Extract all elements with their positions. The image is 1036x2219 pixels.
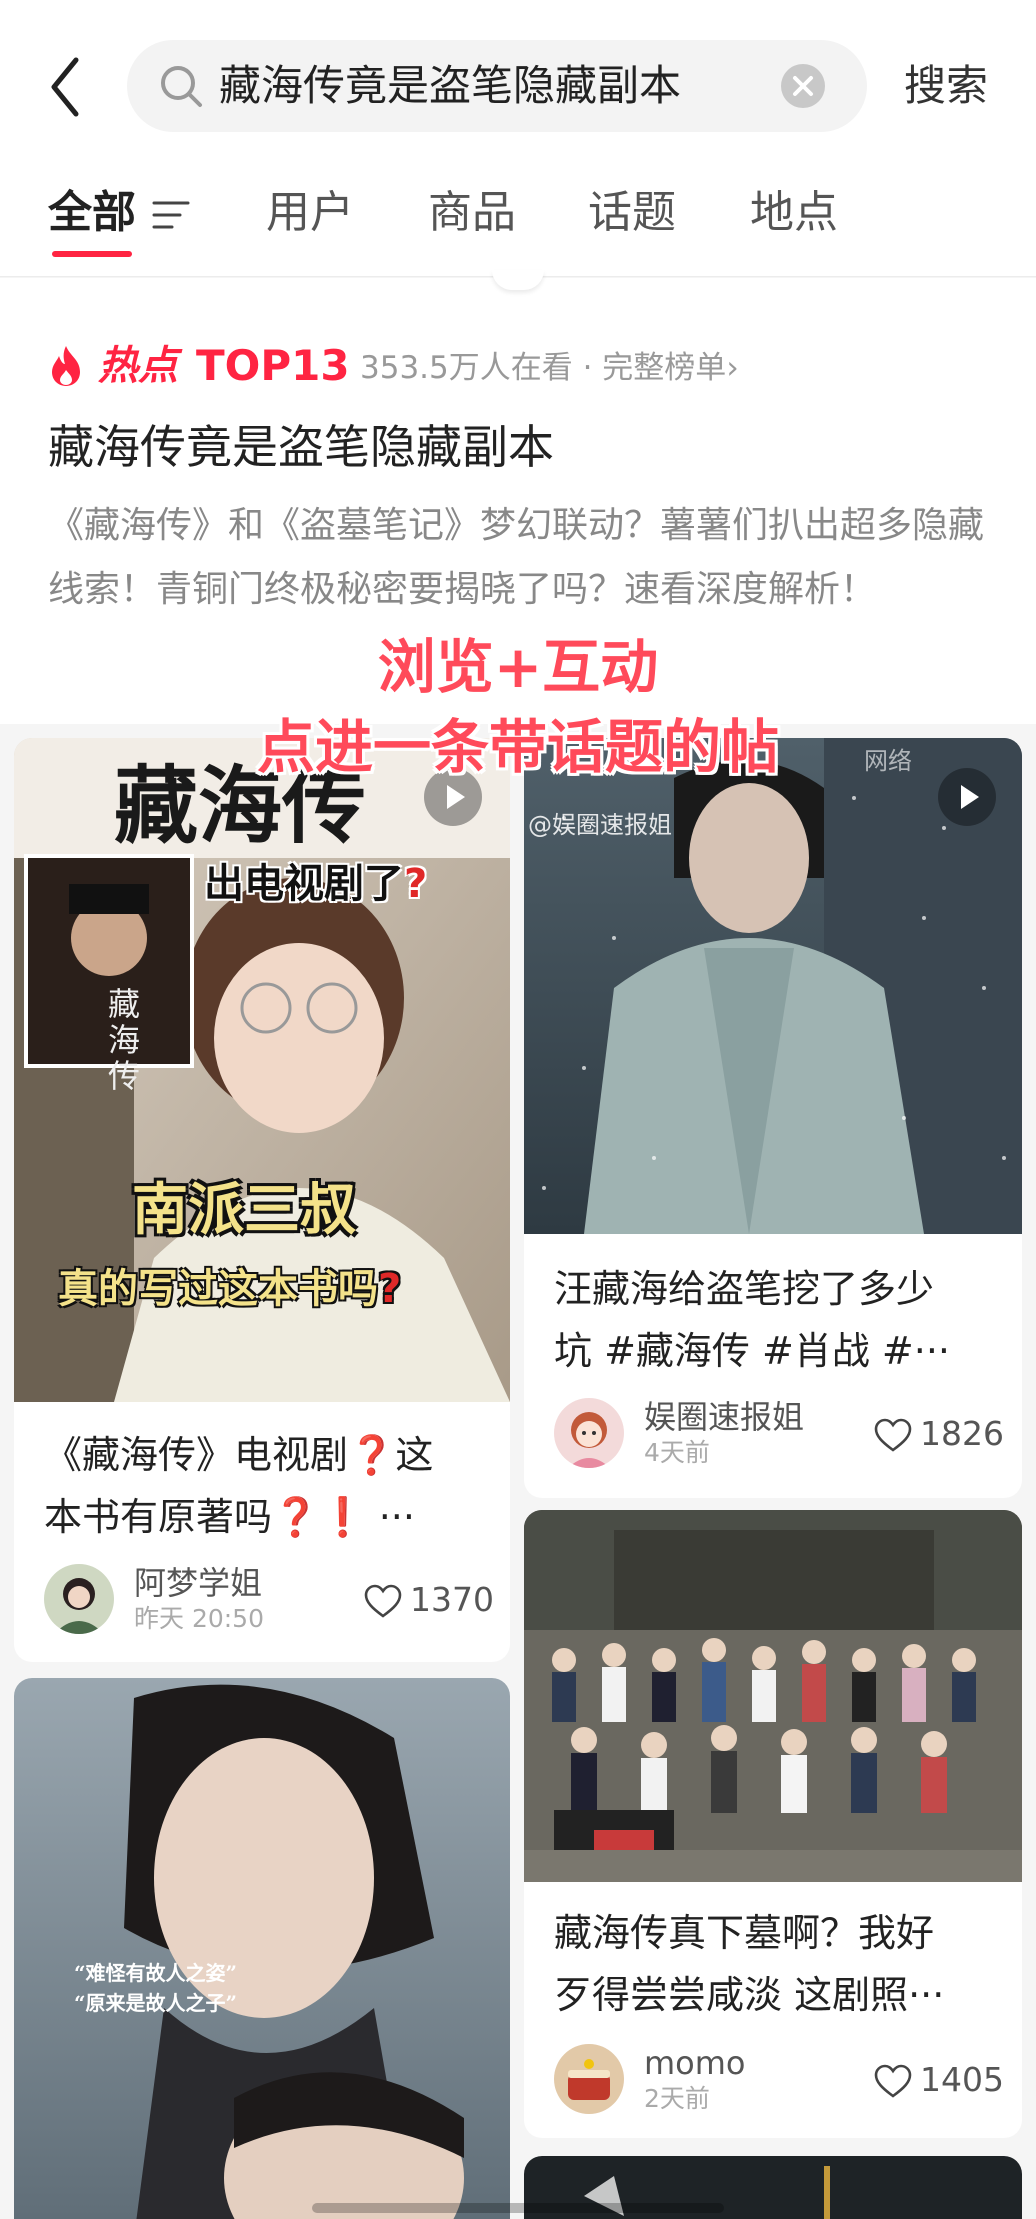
cover-text-question: 真的写过这本书吗? xyxy=(58,1266,402,1312)
note-card[interactable]: @娱圈速报姐 网络 汪藏海给盗笔挖了多少 坑 #藏海传 #肖战 #··· 娱圈速… xyxy=(524,738,1022,1498)
post-time: 昨天 20:50 xyxy=(134,1604,264,1633)
overlay-annotation-line2: 点进一条带话题的帖 xyxy=(256,713,779,781)
result-tabs: 全部 用户 商品 话题 地点 xyxy=(0,175,1036,277)
note-title-line: 坑 #藏海传 #肖战 #··· xyxy=(554,1329,950,1373)
note-title-line: 《藏海传》电视剧❓这 xyxy=(44,1433,434,1477)
home-indicator[interactable] xyxy=(312,2203,724,2213)
filter-icon[interactable] xyxy=(150,197,192,233)
tab-all[interactable]: 全部 xyxy=(48,187,136,239)
tab-products[interactable]: 商品 xyxy=(428,187,516,239)
hot-topic-title[interactable]: 藏海传竟是盗笔隐藏副本 xyxy=(48,418,554,476)
active-tab-indicator xyxy=(52,251,132,257)
note-title: 《藏海传》电视剧❓这 本书有原著吗❓❗ ··· xyxy=(44,1424,490,1548)
viewers-count: 353.5万人在看 · 完整榜单 xyxy=(360,350,727,386)
author-name[interactable]: 阿梦学姐 xyxy=(134,1564,262,1602)
search-button[interactable]: 搜索 xyxy=(904,60,988,112)
search-input[interactable]: 藏海传竟是盗笔隐藏副本 xyxy=(127,40,867,132)
search-header: 藏海传竟是盗笔隐藏副本 搜索 xyxy=(0,0,1036,175)
author-name[interactable]: momo xyxy=(644,2044,746,2082)
note-cover-image xyxy=(14,1678,510,2219)
cover-question-text: 真的写过这本书吗 xyxy=(58,1266,378,1312)
note-title: 汪藏海给盗笔挖了多少 坑 #藏海传 #肖战 #··· xyxy=(554,1258,1002,1382)
heart-icon[interactable] xyxy=(874,1418,912,1452)
cover-quote-1: “难怪有故人之姿” xyxy=(74,1961,238,1985)
note-title-line: 藏海传真下墓啊？我好 xyxy=(554,1911,935,1955)
cover-subtitle-text: 出电视剧了 xyxy=(204,861,404,907)
like-count: 1405 xyxy=(920,2060,1004,2099)
tab-users[interactable]: 用户 xyxy=(266,187,354,239)
search-results-page: 藏海传竟是盗笔隐藏副本 搜索 全部 用户 商品 话题 地点 热点 TOP13 3… xyxy=(0,0,1036,2219)
overlay-annotation-line1: 浏览+互动 xyxy=(377,633,659,701)
rank-label: TOP13 xyxy=(196,341,350,390)
fire-icon xyxy=(52,346,80,386)
clear-icon[interactable] xyxy=(779,62,827,110)
hot-topic-description: 《藏海传》和《盗墓笔记》梦幻联动？薯薯们扒出超多隐藏线索！青铜门终极秘密要揭晓了… xyxy=(48,505,985,610)
note-title: 藏海传真下墓啊？我好 歹得尝尝咸淡 这剧照··· xyxy=(554,1902,1002,2026)
heart-icon[interactable] xyxy=(364,1584,402,1618)
post-time: 4天前 xyxy=(644,1438,710,1467)
note-card[interactable]: 藏海传真下墓啊？我好 歹得尝尝咸淡 这剧照··· momo 2天前 1405 xyxy=(524,1510,1022,2138)
pull-handle xyxy=(492,270,544,290)
poster-caption: 藏海传 xyxy=(108,985,141,1095)
chevron-right-icon: › xyxy=(726,350,739,386)
avatar[interactable] xyxy=(554,1398,624,1468)
note-cover-image xyxy=(524,1510,1022,1882)
hot-label: 热点 xyxy=(98,343,178,389)
cover-quote-2: “原来是故人之子” xyxy=(74,1991,238,2015)
full-ranking-link[interactable]: 353.5万人在看 · 完整榜单› xyxy=(360,348,739,388)
note-title-line: 歹得尝尝咸淡 这剧照··· xyxy=(554,1973,945,2017)
note-card[interactable]: 藏海传 藏海传 出电视剧了? 南派三叔 真的写过这本书吗? 《藏海传》电视剧❓这… xyxy=(14,738,510,1662)
note-title-line: 本书有原著吗❓❗ ··· xyxy=(44,1495,415,1539)
cover-watermark: @娱圈速报姐 xyxy=(528,811,672,839)
avatar[interactable] xyxy=(554,2044,624,2114)
tab-places[interactable]: 地点 xyxy=(750,187,838,239)
like-count: 1370 xyxy=(410,1580,494,1619)
cover-subtitle: 出电视剧了? xyxy=(204,861,428,907)
note-card[interactable]: “难怪有故人之姿” “原来是故人之子” xyxy=(14,1678,510,2219)
avatar[interactable] xyxy=(44,1564,114,1634)
back-arrow-icon[interactable] xyxy=(44,52,88,122)
tab-topics[interactable]: 话题 xyxy=(588,187,676,239)
search-icon xyxy=(161,66,202,107)
like-count: 1826 xyxy=(920,1414,1004,1453)
note-title-line: 汪藏海给盗笔挖了多少 xyxy=(554,1267,935,1311)
cover-text-author: 南派三叔 xyxy=(132,1178,356,1243)
author-name[interactable]: 娱圈速报姐 xyxy=(644,1398,804,1436)
heart-icon[interactable] xyxy=(874,2064,912,2098)
post-time: 2天前 xyxy=(644,2084,710,2113)
search-query: 藏海传竟是盗笔隐藏副本 xyxy=(219,61,682,110)
